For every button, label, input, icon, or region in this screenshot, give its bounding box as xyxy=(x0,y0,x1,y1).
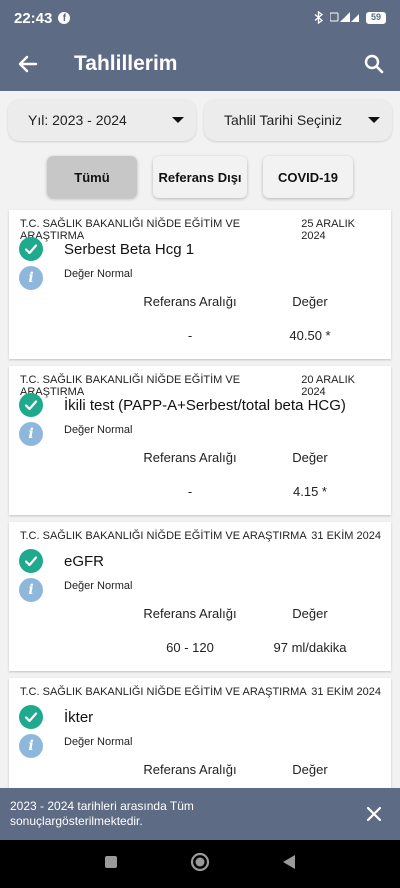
home-circle-icon xyxy=(190,852,210,871)
battery-indicator: 59 xyxy=(365,12,386,24)
bluetooth-icon xyxy=(314,10,324,26)
institution-name: T.C. SAĞLIK BAKANLIĞI NİĞDE EĞİTİM VE AR… xyxy=(20,686,307,698)
home-button[interactable] xyxy=(190,852,210,877)
back-button[interactable] xyxy=(0,36,56,91)
reference-range-value: 60 - 120 xyxy=(166,640,214,655)
result-status: Değer Normal xyxy=(64,580,133,592)
value-label: Değer xyxy=(292,450,328,465)
result-date: 31 EKİM 2024 xyxy=(311,530,381,542)
reference-range-label: Referans Aralığı xyxy=(143,450,237,465)
date-dropdown[interactable]: Tahlil Tarihi Seçiniz xyxy=(204,99,392,141)
year-dropdown-value: Yıl: 2023 - 2024 xyxy=(28,112,127,128)
test-name: İkter xyxy=(64,709,94,726)
result-card[interactable]: T.C. SAĞLIK BAKANLIĞI NİĞDE EĞİTİM VE AR… xyxy=(9,210,391,359)
reference-range-value: - xyxy=(187,328,193,343)
system-navigation-bar xyxy=(0,840,400,888)
info-icon[interactable]: i xyxy=(19,578,43,602)
results-list[interactable]: T.C. SAĞLIK BAKANLIĞI NİĞDE EĞİTİM VE AR… xyxy=(0,208,400,788)
page-title: Tahlillerim xyxy=(74,51,178,75)
info-icon[interactable]: i xyxy=(19,422,43,446)
result-date: 31 EKİM 2024 xyxy=(311,686,381,698)
result-value: 4.15 * xyxy=(293,484,327,499)
check-circle-icon xyxy=(19,549,43,573)
result-card[interactable]: T.C. SAĞLIK BAKANLIĞI NİĞDE EĞİTİM VE AR… xyxy=(9,522,391,671)
result-date: 25 ARALIK 2024 xyxy=(301,218,356,242)
info-icon[interactable]: i xyxy=(19,266,43,290)
card-header: T.C. SAĞLIK BAKANLIĞI NİĞDE EĞİTİM VE AR… xyxy=(20,530,381,542)
result-status: Değer Normal xyxy=(64,268,133,280)
year-dropdown[interactable]: Yıl: 2023 - 2024 xyxy=(8,99,196,141)
institution-name: T.C. SAĞLIK BAKANLIĞI NİĞDE EĞİTİM VE AR… xyxy=(20,374,241,398)
check-circle-icon xyxy=(19,237,43,261)
chip-out-of-range[interactable]: Referans Dışı xyxy=(153,156,247,198)
value-label: Değer xyxy=(292,606,328,621)
test-name: eGFR xyxy=(64,553,105,570)
result-date: 20 ARALIK 2024 xyxy=(301,374,356,398)
network-signal-icon xyxy=(329,11,360,25)
search-icon xyxy=(364,54,384,73)
info-icon[interactable]: i xyxy=(19,734,43,758)
reference-range-label: Referans Aralığı xyxy=(143,762,237,777)
institution-name: T.C. SAĞLIK BAKANLIĞI NİĞDE EĞİTİM VE AR… xyxy=(20,218,241,242)
check-circle-icon xyxy=(19,393,43,417)
chip-covid[interactable]: COVID-19 xyxy=(263,156,353,198)
filter-chips: Tümü Referans Dışı COVID-19 xyxy=(0,156,400,198)
snackbar-close-button[interactable] xyxy=(358,798,390,830)
result-status: Değer Normal xyxy=(64,424,133,436)
result-card[interactable]: T.C. SAĞLIK BAKANLIĞI NİĞDE EĞİTİM VE AR… xyxy=(9,678,391,788)
arrow-left-icon xyxy=(18,55,38,72)
test-name: Serbest Beta Hcg 1 xyxy=(64,241,195,258)
snackbar: 2023 - 2024 tarihleri arasında Tüm sonuç… xyxy=(0,788,400,840)
chip-all[interactable]: Tümü xyxy=(47,156,137,198)
card-header: T.C. SAĞLIK BAKANLIĞI NİĞDE EĞİTİM VE AR… xyxy=(20,374,381,398)
result-value: 97 ml/dakika xyxy=(273,640,347,655)
app-bar: Tahlillerim xyxy=(0,36,400,91)
result-status: Değer Normal xyxy=(64,736,133,748)
status-bar: 22:43 f 59 xyxy=(0,0,400,36)
facebook-notification-icon: f xyxy=(58,12,71,24)
value-label: Değer xyxy=(292,762,328,777)
caret-down-icon xyxy=(172,117,184,123)
result-value: 40.50 * xyxy=(289,328,331,343)
check-circle-icon xyxy=(19,705,43,729)
institution-name: T.C. SAĞLIK BAKANLIĞI NİĞDE EĞİTİM VE AR… xyxy=(20,530,307,542)
card-header: T.C. SAĞLIK BAKANLIĞI NİĞDE EĞİTİM VE AR… xyxy=(20,686,381,698)
value-label: Değer xyxy=(292,294,328,309)
back-nav-button[interactable] xyxy=(282,854,296,875)
caret-down-icon xyxy=(368,117,380,123)
reference-range-value: - xyxy=(187,484,193,499)
snackbar-message: 2023 - 2024 tarihleri arasında Tüm sonuç… xyxy=(10,799,194,828)
card-header: T.C. SAĞLIK BAKANLIĞI NİĞDE EĞİTİM VE AR… xyxy=(20,218,381,242)
search-button[interactable] xyxy=(348,36,400,91)
date-dropdown-value: Tahlil Tarihi Seçiniz xyxy=(224,112,343,128)
reference-range-label: Referans Aralığı xyxy=(143,606,237,621)
reference-range-label: Referans Aralığı xyxy=(143,294,237,309)
square-icon xyxy=(105,855,117,868)
status-icons: 59 xyxy=(314,10,386,26)
status-time: 22:43 xyxy=(14,9,53,27)
recents-button[interactable] xyxy=(104,855,118,874)
close-icon xyxy=(366,806,382,822)
result-card[interactable]: T.C. SAĞLIK BAKANLIĞI NİĞDE EĞİTİM VE AR… xyxy=(9,366,391,515)
filters-row: Yıl: 2023 - 2024 Tahlil Tarihi Seçiniz xyxy=(8,99,392,141)
test-name: İkili test (PAPP-A+Serbest/total beta HC… xyxy=(64,397,346,414)
triangle-back-icon xyxy=(283,854,295,869)
